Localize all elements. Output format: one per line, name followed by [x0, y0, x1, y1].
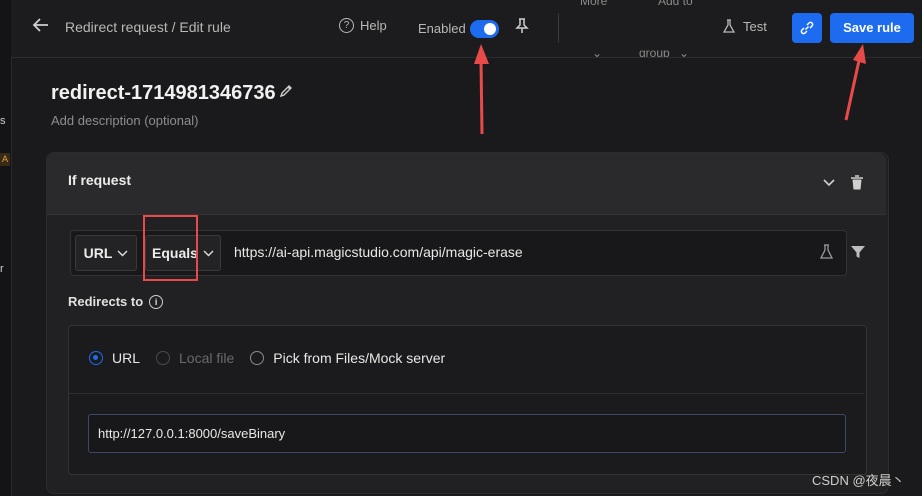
flask-icon	[723, 19, 735, 33]
chevron-down-icon: ⌄	[679, 46, 690, 57]
question-icon: ?	[339, 18, 354, 33]
chevron-down-icon	[203, 250, 214, 256]
source-key-value: URL	[83, 245, 113, 261]
test-label: Test	[743, 19, 767, 34]
section-title: If request	[68, 172, 132, 188]
destination-url-input[interactable]	[88, 414, 846, 453]
card-header	[47, 153, 886, 215]
breadcrumb: Redirect request / Edit rule	[65, 19, 231, 35]
radio-url-label: URL	[112, 350, 141, 366]
enabled-toggle[interactable]	[470, 20, 499, 38]
pin-icon[interactable]	[515, 18, 529, 37]
sidebar-fragment: r	[0, 263, 4, 275]
source-url-input[interactable]: https://ai-api.magicstudio.com/api/magic…	[234, 244, 523, 260]
help-button[interactable]: ? Help	[339, 18, 387, 33]
radio-url-button[interactable]	[89, 351, 103, 365]
toggle-knob	[484, 23, 496, 35]
header-divider	[558, 13, 559, 43]
annotation-arrow-enabled	[474, 44, 489, 135]
chevron-down-icon: ⌄	[592, 46, 603, 57]
radio-local-file: Local file	[156, 350, 234, 366]
chevron-down-icon	[117, 250, 128, 256]
redirects-to-text: Redirects to	[68, 294, 144, 309]
radio-local-file-button	[156, 351, 171, 365]
rule-name[interactable]: redirect-1714981346736	[51, 82, 276, 105]
flask-icon[interactable]	[819, 244, 834, 262]
info-icon[interactable]: i	[149, 294, 164, 309]
radio-url[interactable]: URL	[89, 350, 140, 366]
back-arrow-icon[interactable]	[32, 16, 52, 40]
overflow-menu-fragment[interactable]: More Add to ⌄ group ⌄	[562, 0, 722, 57]
source-key-dropdown[interactable]: URL	[75, 235, 137, 271]
save-rule-button[interactable]: Save rule	[830, 13, 914, 43]
radio-local-file-label: Local file	[179, 350, 235, 366]
description-field[interactable]: Add description (optional)	[51, 113, 198, 128]
watermark: CSDN @夜晨丶	[812, 473, 905, 488]
enabled-label: Enabled	[418, 21, 466, 36]
radio-mock-server-button[interactable]	[250, 351, 265, 365]
collapse-chevron-icon[interactable]	[823, 176, 835, 190]
destination-type-radio-group: URL Local file Pick from Files/Mock serv…	[89, 350, 461, 366]
radio-mock-server-label: Pick from Files/Mock server	[273, 350, 446, 366]
help-label: Help	[360, 18, 387, 33]
filter-icon[interactable]	[851, 245, 865, 259]
trash-icon[interactable]	[850, 175, 864, 191]
more-label: More	[580, 0, 608, 8]
sidebar-fragment: s	[0, 115, 6, 127]
annotation-arrow-save	[844, 44, 866, 121]
group-label: group	[639, 46, 670, 57]
left-sidebar-strip: s A r	[0, 0, 12, 496]
add-to-label: Add to	[658, 0, 693, 8]
annotation-highlight-box	[143, 215, 198, 281]
redirects-to-label: Redirects to i	[68, 294, 164, 309]
sidebar-badge: A	[0, 153, 10, 166]
link-icon	[800, 21, 814, 35]
share-link-button[interactable]	[792, 13, 822, 43]
destination-divider	[69, 393, 864, 394]
radio-mock-server[interactable]: Pick from Files/Mock server	[250, 350, 445, 366]
pencil-icon[interactable]	[279, 84, 293, 102]
test-button[interactable]: Test	[723, 19, 767, 34]
